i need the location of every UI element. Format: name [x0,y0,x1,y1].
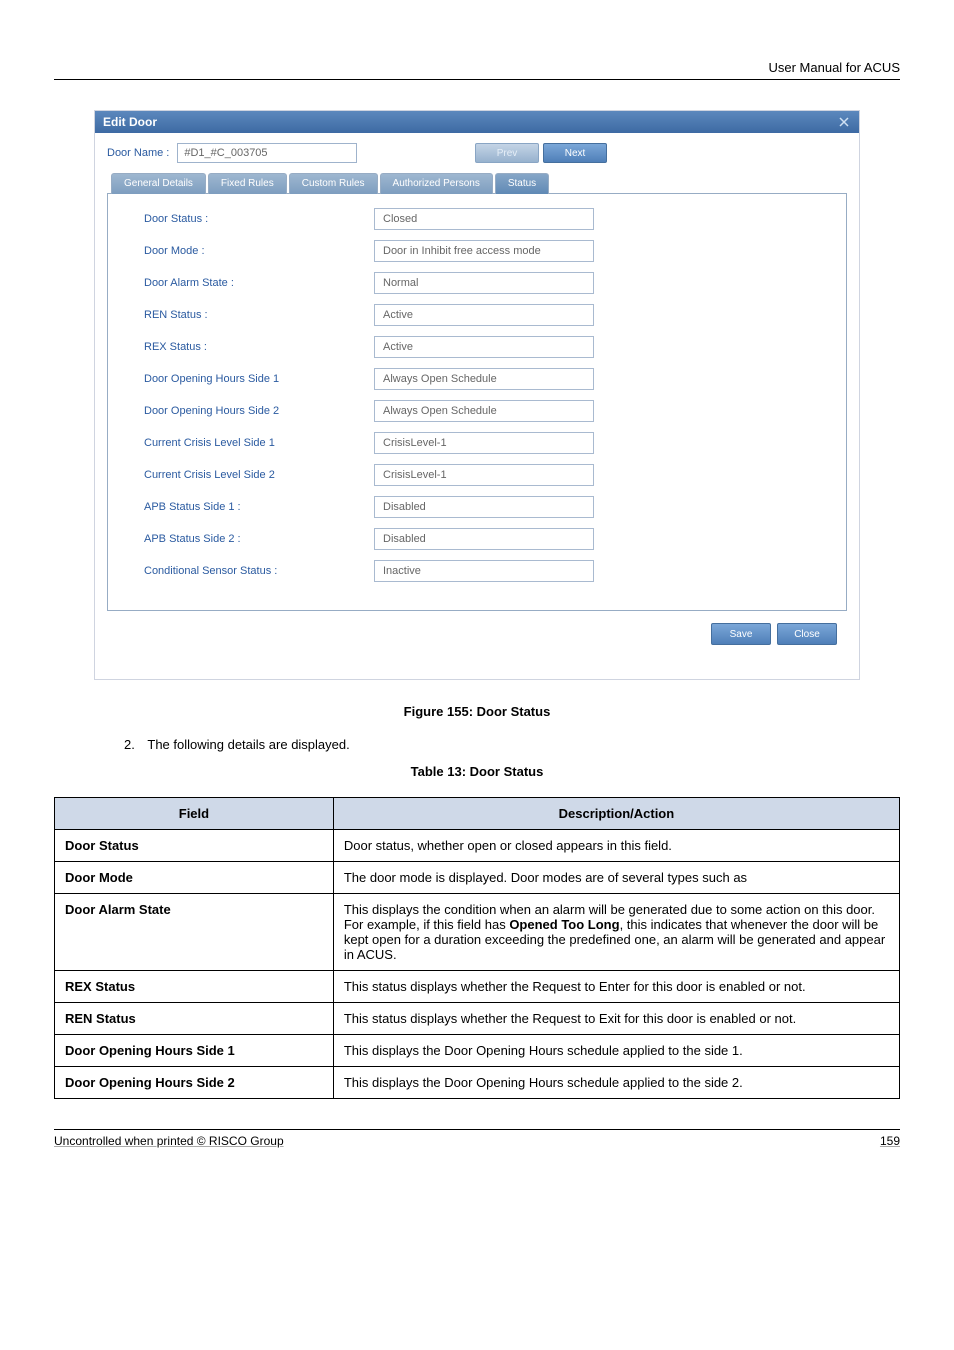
label-ren-status: REN Status : [144,309,374,321]
next-button[interactable]: Next [543,143,607,163]
tab-custom-rules[interactable]: Custom Rules [289,173,378,194]
th-field: Field [55,798,334,830]
cell-field: Door Opening Hours Side 2 [55,1067,334,1099]
label-crisis-level-side-2: Current Crisis Level Side 2 [144,469,374,481]
cell-desc: Door status, whether open or closed appe… [333,830,899,862]
door-name-input[interactable] [177,143,357,163]
value-ren-status: Active [374,304,594,326]
value-door-status: Closed [374,208,594,230]
table-row: Door Mode The door mode is displayed. Do… [55,862,900,894]
cell-field: Door Status [55,830,334,862]
value-rex-status: Active [374,336,594,358]
save-button[interactable]: Save [711,623,771,645]
label-door-mode: Door Mode : [144,245,374,257]
door-name-label: Door Name : [107,147,169,159]
table-row: Door Status Door status, whether open or… [55,830,900,862]
cell-desc: This status displays whether the Request… [333,1003,899,1035]
footer-left: Uncontrolled when printed © RISCO Group [54,1134,284,1148]
value-apb-status-side-1: Disabled [374,496,594,518]
value-conditional-sensor: Inactive [374,560,594,582]
value-crisis-level-side-1: CrisisLevel-1 [374,432,594,454]
value-door-opening-side-1: Always Open Schedule [374,368,594,390]
tab-fixed-rules[interactable]: Fixed Rules [208,173,287,194]
label-door-alarm-state: Door Alarm State : [144,277,374,289]
cell-field: Door Mode [55,862,334,894]
table-row: Door Alarm State This displays the condi… [55,894,900,971]
page-number: 159 [880,1134,900,1148]
status-panel: Door Status :Closed Door Mode :Door in I… [107,193,847,611]
table-row: Door Opening Hours Side 2 This displays … [55,1067,900,1099]
table-caption: Table 13: Door Status [54,764,900,779]
close-button[interactable]: Close [777,623,837,645]
label-conditional-sensor: Conditional Sensor Status : [144,565,374,577]
label-crisis-level-side-1: Current Crisis Level Side 1 [144,437,374,449]
table-row: REX Status This status displays whether … [55,971,900,1003]
step-number: 2. [124,737,144,752]
cell-desc: This displays the Door Opening Hours sch… [333,1035,899,1067]
cell-desc: This displays the Door Opening Hours sch… [333,1067,899,1099]
edit-door-dialog: Edit Door Door Name : Prev Next General … [94,110,860,680]
value-door-alarm-state: Normal [374,272,594,294]
label-rex-status: REX Status : [144,341,374,353]
table-row: REN Status This status displays whether … [55,1003,900,1035]
page-header: User Manual for ACUS [54,60,900,79]
dialog-title: Edit Door [103,115,157,129]
cell-field: Door Alarm State [55,894,334,971]
tab-general-details[interactable]: General Details [111,173,206,194]
cell-field: REX Status [55,971,334,1003]
figure-caption: Figure 155: Door Status [54,704,900,719]
label-door-opening-side-1: Door Opening Hours Side 1 [144,373,374,385]
door-status-table: Field Description/Action Door Status Doo… [54,797,900,1099]
cell-desc: This displays the condition when an alar… [333,894,899,971]
prev-button[interactable]: Prev [475,143,539,163]
tab-authorized-persons[interactable]: Authorized Persons [380,173,493,194]
cell-field: Door Opening Hours Side 1 [55,1035,334,1067]
cell-desc: The door mode is displayed. Door modes a… [333,862,899,894]
th-description: Description/Action [333,798,899,830]
tab-status[interactable]: Status [495,173,549,194]
label-apb-status-side-2: APB Status Side 2 : [144,533,374,545]
value-door-mode: Door in Inhibit free access mode [374,240,594,262]
cell-desc: This status displays whether the Request… [333,971,899,1003]
value-crisis-level-side-2: CrisisLevel-1 [374,464,594,486]
value-door-opening-side-2: Always Open Schedule [374,400,594,422]
label-door-status: Door Status : [144,213,374,225]
step-2: 2. The following details are displayed. [124,737,900,752]
close-icon[interactable] [837,115,851,129]
label-apb-status-side-1: APB Status Side 1 : [144,501,374,513]
table-row: Door Opening Hours Side 1 This displays … [55,1035,900,1067]
step-text: The following details are displayed. [147,737,349,752]
cell-field: REN Status [55,1003,334,1035]
value-apb-status-side-2: Disabled [374,528,594,550]
label-door-opening-side-2: Door Opening Hours Side 2 [144,405,374,417]
